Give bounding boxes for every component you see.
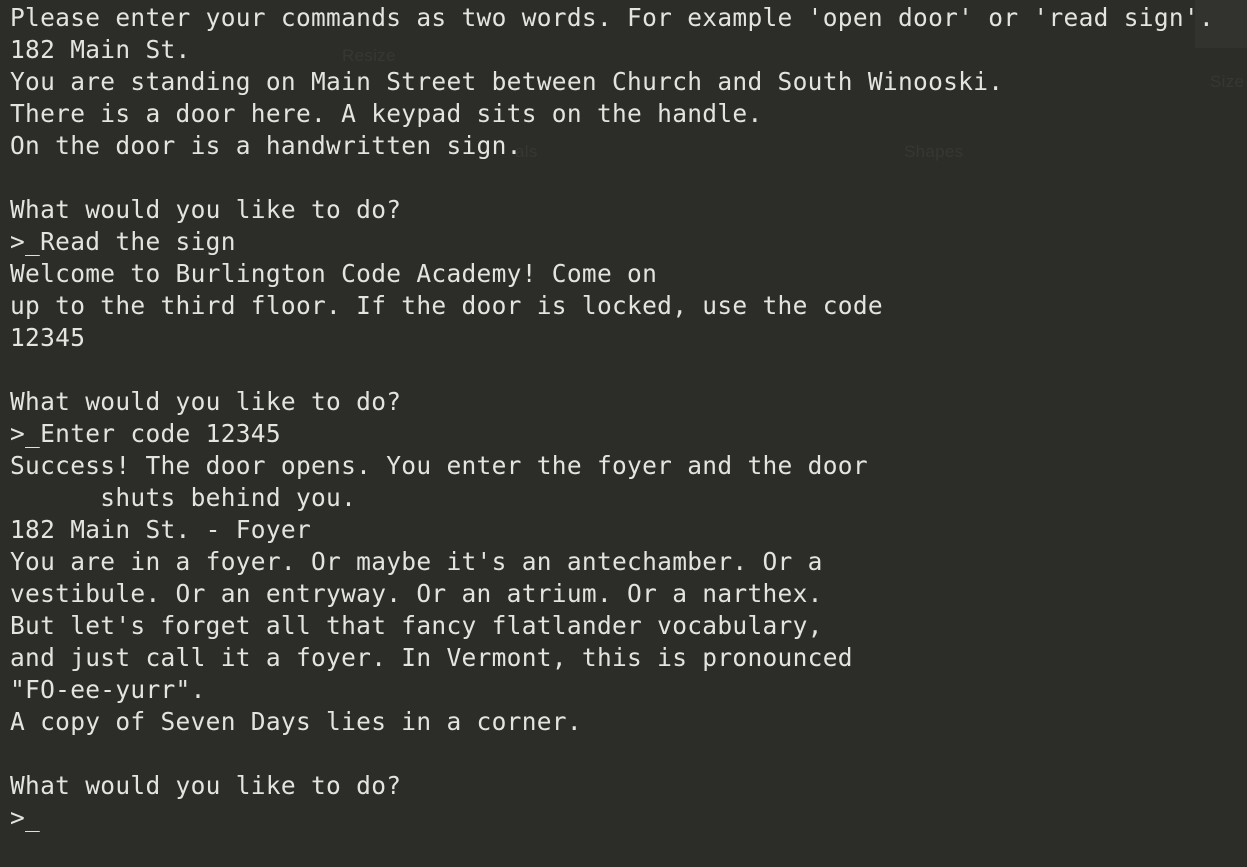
output-line: Welcome to Burlington Code Academy! Come… xyxy=(10,259,658,288)
output-line: There is a door here. A keypad sits on t… xyxy=(10,99,763,128)
user-command: >_Enter code 12345 xyxy=(10,419,281,448)
output-line: 182 Main St. xyxy=(10,35,191,64)
output-line: On the door is a handwritten sign. xyxy=(10,131,522,160)
output-line: A copy of Seven Days lies in a corner. xyxy=(10,707,582,736)
output-line: Success! The door opens. You enter the f… xyxy=(10,451,868,480)
ghost-scroll-region xyxy=(1195,0,1247,48)
prompt-question: What would you like to do? xyxy=(10,771,402,800)
output-line: You are standing on Main Street between … xyxy=(10,67,1004,96)
output-line: "FO-ee-yurr". xyxy=(10,675,206,704)
output-line: 12345 xyxy=(10,323,86,352)
output-line: But let's forget all that fancy flatland… xyxy=(10,611,823,640)
output-line: You are in a foyer. Or maybe it's an ant… xyxy=(10,547,823,576)
command-prompt-line[interactable]: >_ xyxy=(10,802,1247,834)
user-command: >_Read the sign xyxy=(10,227,236,256)
terminal-output: Please enter your commands as two words.… xyxy=(10,2,1247,802)
terminal-window[interactable]: Resize als Shapes Size Please enter your… xyxy=(0,0,1247,867)
prompt-symbol: >_ xyxy=(10,803,41,832)
output-line: up to the third floor. If the door is lo… xyxy=(10,291,883,320)
prompt-question: What would you like to do? xyxy=(10,195,402,224)
output-line: vestibule. Or an entryway. Or an atrium.… xyxy=(10,579,823,608)
location-title: 182 Main St. - Foyer xyxy=(10,515,312,544)
output-line: shuts behind you. xyxy=(10,483,357,512)
output-line: and just call it a foyer. In Vermont, th… xyxy=(10,643,853,672)
prompt-question: What would you like to do? xyxy=(10,387,402,416)
output-line: Please enter your commands as two words.… xyxy=(10,3,1215,32)
command-input[interactable] xyxy=(40,803,1221,833)
